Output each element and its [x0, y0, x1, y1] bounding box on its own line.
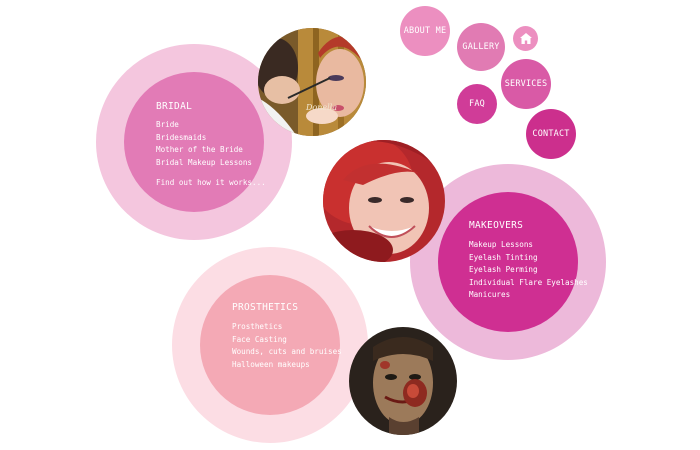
nav-faq-label: FAQ	[469, 99, 485, 109]
prosthetics-item-wounds[interactable]: Wounds, cuts and bruises	[232, 346, 342, 359]
home-icon	[519, 33, 532, 44]
makeovers-item-eyelash-perming[interactable]: Eyelash Perming	[469, 264, 588, 277]
nav-gallery-label: GALLERY	[462, 42, 500, 52]
bridal-item-mother-of-bride[interactable]: Mother of the Bride	[156, 144, 252, 157]
prosthetics-title: PROSTHETICS	[232, 302, 299, 313]
makeovers-item-flare-eyelashes[interactable]: Individual Flare Eyelashes	[469, 277, 588, 290]
zombie-prosthetics-photo	[349, 327, 457, 435]
nav-contact[interactable]: CONTACT	[526, 109, 576, 159]
makeovers-title: MAKEOVERS	[469, 220, 524, 231]
nav-faq[interactable]: FAQ	[457, 84, 497, 124]
bridal-item-bride[interactable]: Bride	[156, 119, 252, 132]
makeovers-item-manicures[interactable]: Manicures	[469, 289, 588, 302]
nav-services-label: SERVICES	[504, 79, 548, 89]
nav-contact-label: CONTACT	[532, 129, 570, 139]
smiling-woman-photo	[323, 140, 445, 262]
prosthetics-item-halloween[interactable]: Halloween makeups	[232, 359, 342, 372]
nav-home[interactable]	[513, 26, 538, 51]
nav-gallery[interactable]: GALLERY	[457, 23, 505, 71]
prosthetics-item-face-casting[interactable]: Face Casting	[232, 334, 342, 347]
makeovers-item-makeup-lessons[interactable]: Makeup Lessons	[469, 239, 588, 252]
photo-watermark: Donella	[305, 103, 337, 112]
makeovers-list: Makeup Lessons Eyelash Tinting Eyelash P…	[469, 239, 588, 302]
makeup-application-photo: Donella	[258, 28, 366, 136]
bridal-find-out-link[interactable]: Find out how it works...	[156, 178, 266, 187]
nav-about-me[interactable]: ABOUT ME	[400, 6, 450, 56]
bridal-item-lessons[interactable]: Bridal Makeup Lessons	[156, 157, 252, 170]
makeovers-item-eyelash-tinting[interactable]: Eyelash Tinting	[469, 252, 588, 265]
nav-services[interactable]: SERVICES	[501, 59, 551, 109]
bridal-title: BRIDAL	[156, 101, 193, 112]
prosthetics-item-prosthetics[interactable]: Prosthetics	[232, 321, 342, 334]
prosthetics-list: Prosthetics Face Casting Wounds, cuts an…	[232, 321, 342, 371]
bridal-list: Bride Bridesmaids Mother of the Bride Br…	[156, 119, 252, 169]
bridal-item-bridesmaids[interactable]: Bridesmaids	[156, 132, 252, 145]
nav-about-me-label: ABOUT ME	[403, 26, 447, 36]
